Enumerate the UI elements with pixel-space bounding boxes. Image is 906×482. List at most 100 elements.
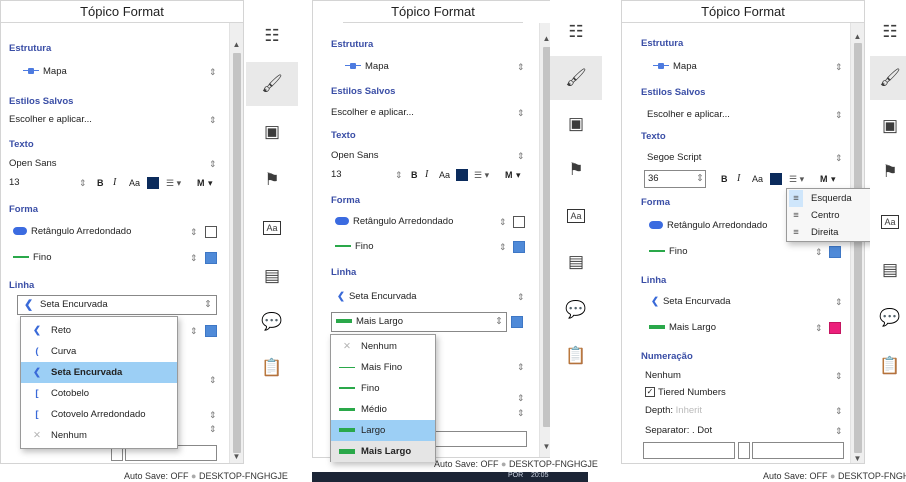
align-option-esquerda[interactable]: ≡ Esquerda xyxy=(787,190,879,207)
border-select[interactable]: Fino ⇕ xyxy=(9,249,224,267)
flag-icon[interactable]: ⚑ xyxy=(246,158,298,202)
italic-button[interactable]: I xyxy=(113,174,116,192)
structure-select[interactable]: Mapa ⇕ xyxy=(641,58,846,76)
tiered-numbers-checkbox[interactable]: ✓ Tiered Numbers xyxy=(641,384,846,402)
scroll-thumb[interactable] xyxy=(233,53,241,453)
image-icon[interactable]: ▣ xyxy=(246,110,298,154)
text-style-icon[interactable]: Aa xyxy=(246,206,298,250)
line-option-reto[interactable]: ❮ Reto xyxy=(21,320,177,341)
italic-button[interactable]: I xyxy=(425,166,428,184)
text-case-button[interactable]: Aa xyxy=(752,170,763,188)
text-case-button[interactable]: Aa xyxy=(439,166,450,184)
align-option-direita[interactable]: ≡ Direita xyxy=(787,224,879,241)
line-style-select[interactable]: ❮ Seta Encurvada ⇕ xyxy=(641,293,846,311)
font-size-spin-icon[interactable]: ⇕ xyxy=(79,174,87,192)
number-input[interactable] xyxy=(738,442,750,459)
document-icon[interactable]: ▤ xyxy=(550,240,602,284)
shape-select[interactable]: Retângulo Arredondado ⇕ xyxy=(331,213,536,231)
topic-list-icon[interactable]: ☷ xyxy=(246,14,298,58)
chevron-down-icon[interactable]: ▾ xyxy=(831,170,836,188)
flag-icon[interactable]: ⚑ xyxy=(550,148,602,192)
line-color-swatch[interactable] xyxy=(829,322,841,334)
border-color-swatch[interactable] xyxy=(829,246,841,258)
clipboard-icon[interactable]: 📋 xyxy=(870,344,906,388)
text-style-icon[interactable]: Aa xyxy=(870,200,906,244)
structure-select[interactable]: Mapa ⇕ xyxy=(9,63,219,81)
width-option-medio[interactable]: Médio xyxy=(331,399,435,420)
shape-select[interactable]: Retângulo Arredondado ⇕ xyxy=(9,223,224,241)
border-select[interactable]: Fino ⇕ xyxy=(641,243,846,261)
more-format-button[interactable]: M xyxy=(820,170,828,188)
text-style-icon[interactable]: Aa xyxy=(550,194,602,238)
comment-icon[interactable]: 💬 xyxy=(870,296,906,340)
line-option-cotobelo[interactable]: [Cotobelo xyxy=(21,383,177,404)
text-color-swatch[interactable] xyxy=(456,169,468,181)
width-option-mais-largo[interactable]: Mais Largo xyxy=(331,441,435,462)
comment-icon[interactable]: 💬 xyxy=(550,288,602,332)
paint-brush-icon[interactable]: 🖌 xyxy=(246,62,298,106)
vertical-scrollbar[interactable]: ▲ ▼ xyxy=(850,23,864,463)
font-family-select[interactable]: Open Sans ⇕ xyxy=(9,155,219,173)
line-option-nenhum[interactable]: ✕ Nenhum xyxy=(21,425,177,446)
clipboard-icon[interactable]: 📋 xyxy=(550,334,602,378)
more-format-button[interactable]: M xyxy=(197,174,205,192)
scroll-up-icon[interactable]: ▲ xyxy=(230,39,243,51)
border-color-swatch[interactable] xyxy=(513,241,525,253)
suffix-input[interactable] xyxy=(752,442,844,459)
border-color-swatch[interactable] xyxy=(205,252,217,264)
clipboard-icon[interactable]: 📋 xyxy=(246,346,298,390)
bold-button[interactable]: B xyxy=(97,174,104,192)
font-size-spin-icon[interactable]: ⇕ xyxy=(395,166,403,184)
bold-button[interactable]: B xyxy=(411,166,418,184)
font-size-value[interactable]: 13 xyxy=(331,166,342,184)
bold-button[interactable]: B xyxy=(721,170,728,188)
width-option-mais-fino[interactable]: Mais Fino xyxy=(331,357,435,378)
text-case-button[interactable]: Aa xyxy=(129,174,140,192)
flag-icon[interactable]: ⚑ xyxy=(870,150,906,194)
chevron-down-icon[interactable]: ▾ xyxy=(208,174,213,192)
scroll-up-icon[interactable]: ▲ xyxy=(851,31,864,43)
align-menu-icon[interactable]: ☰ ▾ xyxy=(474,166,489,184)
text-color-swatch[interactable] xyxy=(770,173,782,185)
width-option-nenhum[interactable]: ✕ Nenhum xyxy=(331,336,435,357)
comment-icon[interactable]: 💬 xyxy=(246,300,298,344)
separator-select[interactable]: Separator: . Dot ⇕ xyxy=(641,422,846,440)
structure-select[interactable]: Mapa ⇕ xyxy=(331,58,536,76)
align-option-centro[interactable]: ≡ Centro xyxy=(787,207,879,224)
chevron-down-icon[interactable]: ▾ xyxy=(516,166,521,184)
align-menu-icon[interactable]: ☰ ▾ xyxy=(789,170,804,188)
align-menu-icon[interactable]: ☰ ▾ xyxy=(166,174,181,192)
line-width-select[interactable]: Mais Largo ⇕ xyxy=(641,319,846,337)
line-color-swatch[interactable] xyxy=(511,316,523,328)
prefix-input[interactable] xyxy=(643,442,735,459)
font-family-select[interactable]: Open Sans ⇕ xyxy=(331,147,536,165)
text-input[interactable] xyxy=(433,431,527,447)
depth-select[interactable]: Depth: Inherit ⇕ xyxy=(641,402,846,420)
checkbox-checked-icon[interactable]: ✓ xyxy=(645,387,655,398)
image-icon[interactable]: ▣ xyxy=(870,104,906,148)
fill-color-swatch[interactable] xyxy=(205,226,217,238)
text-color-swatch[interactable] xyxy=(147,177,159,189)
paint-brush-icon[interactable]: 🖌 xyxy=(870,56,906,100)
vertical-scrollbar[interactable]: ▲ ▼ xyxy=(229,23,243,463)
border-select[interactable]: Fino ⇕ xyxy=(331,238,536,256)
font-size-value[interactable]: 13 xyxy=(9,174,20,192)
saved-styles-select[interactable]: Escolher e aplicar... ⇕ xyxy=(9,111,219,129)
numbering-select[interactable]: Nenhum ⇕ xyxy=(641,367,846,385)
line-style-select[interactable]: ❮ Seta Encurvada ⇕ xyxy=(17,295,217,315)
paint-brush-icon[interactable]: 🖌 xyxy=(550,56,602,100)
italic-button[interactable]: I xyxy=(737,170,740,188)
document-icon[interactable]: ▤ xyxy=(870,248,906,292)
width-option-largo[interactable]: Largo xyxy=(331,420,435,441)
line-option-cotovelo-arredondado[interactable]: [Cotovelo Arredondado xyxy=(21,404,177,425)
line-width-select[interactable]: Mais Largo ⇕ xyxy=(331,312,507,332)
saved-styles-select[interactable]: Escolher e aplicar... ⇕ xyxy=(331,104,536,122)
scroll-down-icon[interactable]: ▼ xyxy=(230,451,243,463)
image-icon[interactable]: ▣ xyxy=(550,102,602,146)
line-option-curva[interactable]: (Curva xyxy=(21,341,177,362)
line-option-seta-encurvada[interactable]: ❮ Seta Encurvada xyxy=(21,362,177,383)
scroll-thumb[interactable] xyxy=(854,43,862,453)
saved-styles-select[interactable]: Escolher e aplicar... ⇕ xyxy=(641,106,846,124)
scroll-down-icon[interactable]: ▼ xyxy=(851,453,864,463)
more-format-button[interactable]: M xyxy=(505,166,513,184)
